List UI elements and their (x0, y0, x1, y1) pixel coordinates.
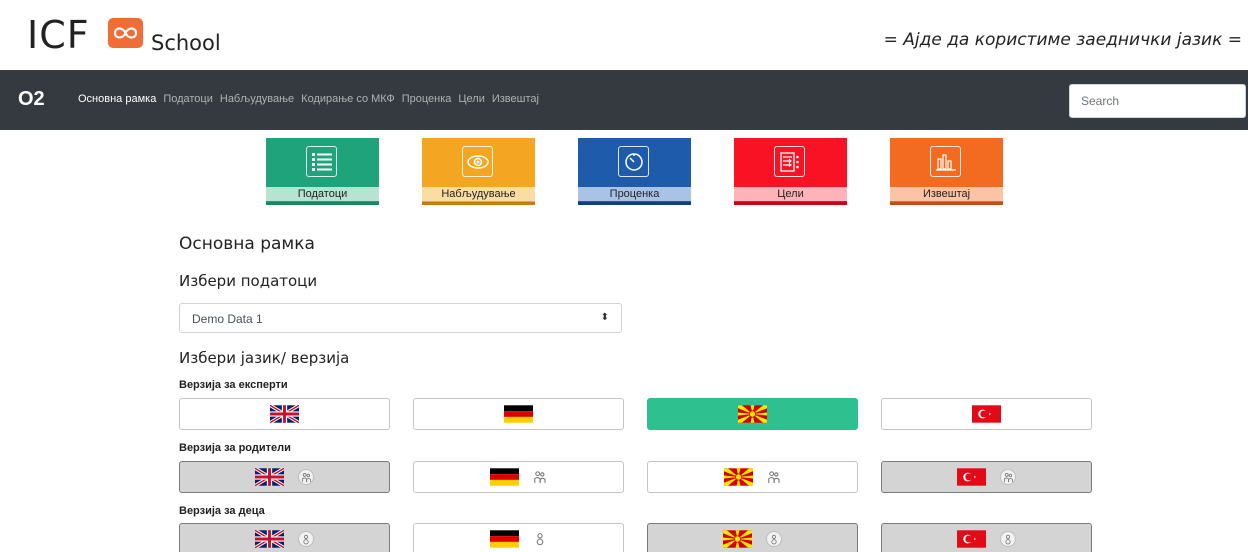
list-icon (306, 146, 337, 177)
tile-assessment-bar (578, 202, 691, 205)
nav-link-data[interactable]: Податоци (163, 93, 213, 105)
tile-data-bar (266, 202, 379, 205)
parents-en-button[interactable] (179, 461, 390, 493)
child-icon (1000, 531, 1016, 547)
language-section-title: Избери јазик/ верзија (179, 349, 350, 367)
select-caret-icon: ⬍ (600, 312, 609, 323)
turkish-flag-icon (957, 530, 986, 548)
parents-icon (534, 471, 546, 483)
parents-mk-button[interactable] (647, 461, 858, 493)
tile-goals-label: Цели (734, 187, 847, 201)
parents-de-button[interactable] (413, 461, 624, 493)
nav-link-goals[interactable]: Цели (458, 93, 484, 105)
experts-version-label: Верзија за експерти (179, 379, 288, 391)
eye-icon (462, 146, 493, 177)
parents-tr-button[interactable] (881, 461, 1092, 493)
parents-icon (768, 471, 780, 483)
logo-knot-icon[interactable] (108, 18, 143, 48)
nav-link-icf-coding[interactable]: Кодирање со МКФ (301, 93, 395, 105)
nav-link-report[interactable]: Извештај (492, 93, 539, 105)
uk-flag-icon (270, 405, 299, 423)
german-flag-icon (490, 530, 519, 548)
tile-report-label: Извештај (890, 187, 1003, 201)
tile-report-bar (890, 202, 1003, 205)
macedonian-flag-icon (738, 405, 767, 423)
logo-subtitle[interactable]: School (151, 33, 221, 54)
parents-icon (298, 469, 314, 485)
macedonian-flag-icon (723, 530, 752, 548)
page-title: Основна рамка (179, 234, 315, 254)
navbar-brand[interactable]: O2 (18, 88, 45, 111)
tile-data[interactable]: Податоци (266, 138, 379, 205)
nav-link-observation[interactable]: Набљудување (220, 93, 294, 105)
parents-version-label: Верзија за родители (179, 442, 291, 454)
uk-flag-icon (255, 530, 284, 548)
data-select-value: Demo Data 1 (192, 312, 263, 326)
data-select[interactable]: Demo Data 1 ⬍ (179, 303, 622, 333)
report-icon (930, 146, 961, 177)
nav-links: Основна рамка Податоци Набљудување Кодир… (78, 93, 546, 105)
search-input[interactable] (1069, 84, 1246, 118)
children-de-button[interactable] (413, 523, 624, 552)
nav-link-framework[interactable]: Основна рамка (78, 93, 156, 105)
experts-en-button[interactable] (179, 398, 390, 430)
children-mk-button[interactable] (647, 523, 858, 552)
tile-observation-label: Набљудување (422, 187, 535, 201)
gauge-icon (618, 146, 649, 177)
turkish-flag-icon (972, 405, 1001, 423)
top-navbar: O2 Основна рамка Податоци Набљудување Ко… (0, 70, 1248, 130)
experts-mk-button[interactable] (647, 398, 858, 430)
data-section-title: Избери податоци (179, 272, 318, 290)
tile-goals[interactable]: Цели (734, 138, 847, 205)
turkish-flag-icon (957, 468, 986, 486)
macedonian-flag-icon (724, 468, 753, 486)
tile-assessment-label: Проценка (578, 187, 691, 201)
tile-observation[interactable]: Набљудување (422, 138, 535, 205)
german-flag-icon (490, 468, 519, 486)
experts-tr-button[interactable] (881, 398, 1092, 430)
tile-assessment[interactable]: Проценка (578, 138, 691, 205)
tile-report[interactable]: Извештај (890, 138, 1003, 205)
tile-observation-bar (422, 202, 535, 205)
children-en-button[interactable] (179, 523, 390, 552)
logo-text[interactable]: ICF (27, 16, 90, 54)
nav-link-assessment[interactable]: Проценка (402, 93, 452, 105)
german-flag-icon (504, 405, 533, 423)
goals-icon (774, 146, 805, 177)
child-icon (766, 531, 782, 547)
tagline: = Ајде да користиме заеднички јазик = (883, 30, 1242, 50)
children-version-label: Верзија за деца (179, 505, 265, 517)
children-tr-button[interactable] (881, 523, 1092, 552)
experts-de-button[interactable] (413, 398, 624, 430)
child-icon (536, 533, 544, 546)
parents-icon (1000, 469, 1016, 485)
child-icon (298, 531, 314, 547)
tile-data-label: Податоци (266, 187, 379, 201)
uk-flag-icon (255, 468, 284, 486)
site-header: ICF School = Ајде да користиме заеднички… (0, 0, 1248, 70)
tile-goals-bar (734, 202, 847, 205)
